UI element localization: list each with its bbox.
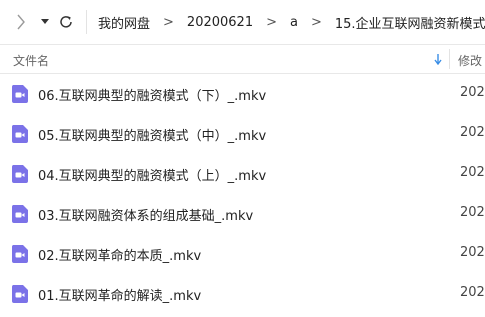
file-name: 06.互联网典型的融资模式（下）_.mkv [38, 89, 267, 104]
file-modified-date: 2020 [460, 165, 485, 180]
breadcrumb: 我的网盘 > 20200621 > a > 15.企业互联网融资新模式 > [98, 0, 485, 44]
file-modified-date: 2020 [460, 245, 485, 260]
video-file-icon [10, 204, 30, 224]
file-name: 03.互联网融资体系的组成基础_.mkv [38, 209, 254, 224]
refresh-icon[interactable] [57, 13, 75, 31]
breadcrumb-item-date-folder[interactable]: 20200621 [187, 15, 253, 30]
toolbar-divider [86, 10, 87, 34]
breadcrumb-separator: > [310, 14, 322, 30]
column-header-modified[interactable]: 修改 [458, 52, 482, 69]
video-file-icon [10, 284, 30, 304]
file-row[interactable]: 04.互联网典型的融资模式（上）_.mkv 2020 [0, 154, 485, 194]
column-header-filename[interactable]: 文件名 [13, 52, 49, 69]
file-modified-date: 2020 [460, 85, 485, 100]
file-modified-date: 2020 [460, 285, 485, 300]
file-modified-date: 2020 [460, 125, 485, 140]
video-file-icon [10, 84, 30, 104]
chevron-right-icon[interactable] [13, 13, 29, 31]
breadcrumb-item-a-folder[interactable]: a [290, 15, 298, 30]
breadcrumb-separator: > [266, 14, 277, 30]
breadcrumb-separator: > [163, 14, 174, 30]
video-file-icon [10, 164, 30, 184]
file-name: 02.互联网革命的本质_.mkv [38, 249, 202, 264]
file-row[interactable]: 05.互联网典型的融资模式（中）_.mkv 2020 [0, 114, 485, 154]
file-name: 05.互联网典型的融资模式（中）_.mkv [38, 129, 267, 144]
file-list-header: 文件名 修改 [0, 44, 485, 74]
file-row[interactable]: 03.互联网融资体系的组成基础_.mkv 2020 [0, 194, 485, 234]
video-file-icon [10, 244, 30, 264]
column-divider[interactable] [449, 49, 450, 69]
file-row[interactable]: 02.互联网革命的本质_.mkv 2020 [0, 234, 485, 274]
navigation-bar: 我的网盘 > 20200621 > a > 15.企业互联网融资新模式 > [0, 0, 485, 44]
caret-down-icon[interactable] [40, 17, 50, 27]
file-name: 01.互联网革命的解读_.mkv [38, 289, 202, 304]
breadcrumb-item-root[interactable]: 我的网盘 [98, 13, 150, 32]
file-row[interactable]: 01.互联网革命的解读_.mkv 2020 [0, 274, 485, 314]
breadcrumb-item-current-folder[interactable]: 15.企业互联网融资新模式 [335, 13, 485, 32]
file-modified-date: 2020 [460, 205, 485, 220]
file-name: 04.互联网典型的融资模式（上）_.mkv [38, 169, 267, 184]
video-file-icon [10, 124, 30, 144]
file-row[interactable]: 06.互联网典型的融资模式（下）_.mkv 2020 [0, 74, 485, 114]
sort-down-arrow-icon[interactable] [434, 54, 442, 68]
